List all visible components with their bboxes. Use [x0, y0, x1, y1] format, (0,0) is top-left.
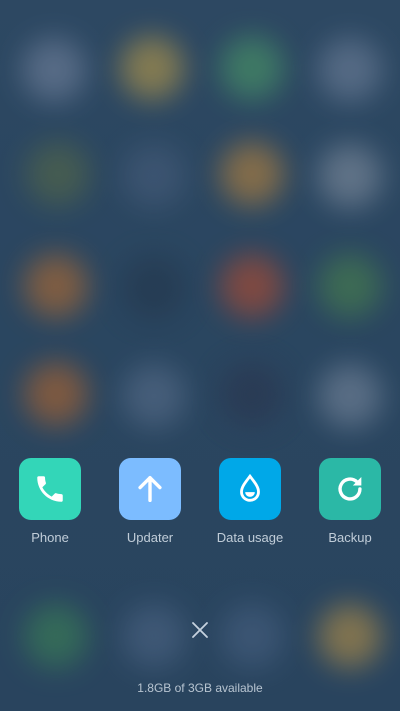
close-icon [191, 621, 209, 644]
recent-app-data-usage[interactable]: Data usage [200, 458, 300, 545]
recent-apps-row: Phone Updater Data usage Backup [0, 458, 400, 558]
data-usage-label: Data usage [216, 530, 284, 545]
backup-app-tile[interactable] [319, 458, 381, 520]
clear-all-button[interactable] [186, 618, 214, 646]
data-usage-app-tile[interactable] [219, 458, 281, 520]
updater-app-tile[interactable] [119, 458, 181, 520]
recent-app-backup[interactable]: Backup [300, 458, 400, 545]
recent-app-phone[interactable]: Phone [0, 458, 100, 545]
refresh-icon [333, 472, 367, 506]
water-drop-icon [233, 472, 267, 506]
recent-app-updater[interactable]: Updater [100, 458, 200, 545]
updater-label: Updater [126, 530, 174, 545]
memory-status-text: 1.8GB of 3GB available [137, 681, 263, 695]
recents-dim-overlay [0, 0, 400, 711]
phone-icon [33, 472, 67, 506]
phone-label: Phone [31, 530, 69, 545]
phone-app-tile[interactable] [19, 458, 81, 520]
backup-label: Backup [328, 530, 372, 545]
arrow-up-icon [133, 472, 167, 506]
